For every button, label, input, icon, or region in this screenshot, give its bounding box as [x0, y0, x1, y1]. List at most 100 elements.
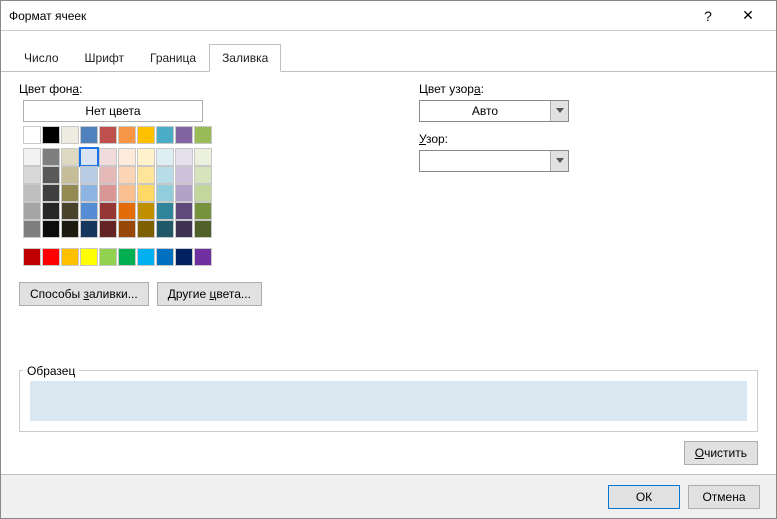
more-colors-button[interactable]: Другие цвета...	[157, 282, 262, 306]
tab-content-fill: Цвет фона: Нет цвета Способы заливки... …	[1, 72, 776, 306]
tab-заливка[interactable]: Заливка	[209, 44, 281, 72]
close-button[interactable]: ✕	[728, 2, 768, 30]
color-swatch[interactable]	[137, 220, 155, 238]
color-swatch[interactable]	[23, 148, 41, 166]
color-swatch[interactable]	[194, 220, 212, 238]
dialog-title: Формат ячеек	[9, 9, 688, 23]
color-swatch[interactable]	[137, 148, 155, 166]
theme-color-row	[23, 126, 339, 144]
sample-swatch	[30, 381, 747, 421]
color-swatch[interactable]	[137, 202, 155, 220]
color-swatch[interactable]	[42, 126, 60, 144]
color-swatch[interactable]	[137, 126, 155, 144]
color-swatch[interactable]	[80, 166, 98, 184]
background-color-label: Цвет фона:	[19, 82, 339, 96]
color-swatch[interactable]	[175, 166, 193, 184]
color-swatch[interactable]	[99, 202, 117, 220]
color-swatch[interactable]	[194, 148, 212, 166]
color-swatch[interactable]	[137, 184, 155, 202]
color-swatch[interactable]	[61, 248, 79, 266]
color-swatch[interactable]	[99, 166, 117, 184]
color-swatch[interactable]	[61, 126, 79, 144]
ok-button[interactable]: ОК	[608, 485, 680, 509]
color-swatch[interactable]	[61, 202, 79, 220]
color-swatch[interactable]	[23, 184, 41, 202]
color-swatch[interactable]	[156, 148, 174, 166]
tab-граница[interactable]: Граница	[137, 44, 209, 72]
color-swatch[interactable]	[80, 248, 98, 266]
color-swatch[interactable]	[156, 126, 174, 144]
color-swatch[interactable]	[118, 202, 136, 220]
color-swatch[interactable]	[80, 126, 98, 144]
color-swatch[interactable]	[80, 148, 98, 166]
color-swatch[interactable]	[156, 248, 174, 266]
tab-strip: ЧислоШрифтГраницаЗаливка	[1, 35, 776, 72]
color-swatch[interactable]	[99, 126, 117, 144]
pattern-color-value: Авто	[420, 104, 550, 118]
color-swatch[interactable]	[61, 184, 79, 202]
titlebar: Формат ячеек ? ✕	[1, 1, 776, 31]
color-swatch[interactable]	[118, 126, 136, 144]
color-swatch[interactable]	[23, 126, 41, 144]
color-swatch[interactable]	[118, 248, 136, 266]
clear-button[interactable]: Очистить	[684, 441, 758, 465]
pattern-section: Цвет узора: Авто Узор:	[419, 82, 758, 306]
sample-box	[19, 370, 758, 432]
color-swatch[interactable]	[99, 220, 117, 238]
color-swatch[interactable]	[175, 184, 193, 202]
color-swatch[interactable]	[175, 148, 193, 166]
color-swatch[interactable]	[42, 248, 60, 266]
color-swatch[interactable]	[23, 166, 41, 184]
color-swatch[interactable]	[194, 202, 212, 220]
color-swatch[interactable]	[156, 184, 174, 202]
color-swatch[interactable]	[156, 202, 174, 220]
color-swatch[interactable]	[23, 220, 41, 238]
color-swatch[interactable]	[42, 166, 60, 184]
color-swatch[interactable]	[156, 166, 174, 184]
color-swatch[interactable]	[118, 148, 136, 166]
color-swatch[interactable]	[156, 220, 174, 238]
tab-шрифт[interactable]: Шрифт	[72, 44, 137, 72]
color-swatch[interactable]	[80, 184, 98, 202]
fill-buttons-row: Способы заливки... Другие цвета...	[19, 282, 339, 306]
color-swatch[interactable]	[194, 126, 212, 144]
color-swatch[interactable]	[194, 184, 212, 202]
color-swatch[interactable]	[175, 126, 193, 144]
no-color-button[interactable]: Нет цвета	[23, 100, 203, 122]
color-swatch[interactable]	[42, 148, 60, 166]
color-swatch[interactable]	[118, 184, 136, 202]
color-swatch[interactable]	[137, 166, 155, 184]
color-swatch[interactable]	[99, 248, 117, 266]
pattern-style-combo[interactable]	[419, 150, 569, 172]
color-swatch[interactable]	[175, 202, 193, 220]
color-swatch[interactable]	[42, 202, 60, 220]
pattern-style-label: Узор:	[419, 132, 758, 146]
color-swatch[interactable]	[194, 166, 212, 184]
color-swatch[interactable]	[61, 148, 79, 166]
fill-effects-button[interactable]: Способы заливки...	[19, 282, 149, 306]
help-button[interactable]: ?	[688, 2, 728, 30]
color-swatch[interactable]	[118, 166, 136, 184]
pattern-color-combo[interactable]: Авто	[419, 100, 569, 122]
color-swatch[interactable]	[99, 148, 117, 166]
chevron-down-icon	[550, 151, 568, 171]
color-swatch[interactable]	[61, 166, 79, 184]
color-swatch[interactable]	[42, 220, 60, 238]
color-swatch[interactable]	[118, 220, 136, 238]
color-swatch[interactable]	[61, 220, 79, 238]
color-swatch[interactable]	[99, 184, 117, 202]
color-swatch[interactable]	[23, 202, 41, 220]
background-color-section: Цвет фона: Нет цвета Способы заливки... …	[19, 82, 339, 306]
color-swatch[interactable]	[137, 248, 155, 266]
pattern-color-label: Цвет узора:	[419, 82, 758, 96]
color-swatch[interactable]	[194, 248, 212, 266]
color-swatch[interactable]	[42, 184, 60, 202]
color-swatch[interactable]	[80, 202, 98, 220]
cancel-button[interactable]: Отмена	[688, 485, 760, 509]
color-swatch[interactable]	[23, 248, 41, 266]
color-swatch[interactable]	[175, 248, 193, 266]
tab-число[interactable]: Число	[11, 44, 72, 72]
color-swatch[interactable]	[80, 220, 98, 238]
color-swatch[interactable]	[175, 220, 193, 238]
format-cells-dialog: Формат ячеек ? ✕ ЧислоШрифтГраницаЗаливк…	[0, 0, 777, 519]
